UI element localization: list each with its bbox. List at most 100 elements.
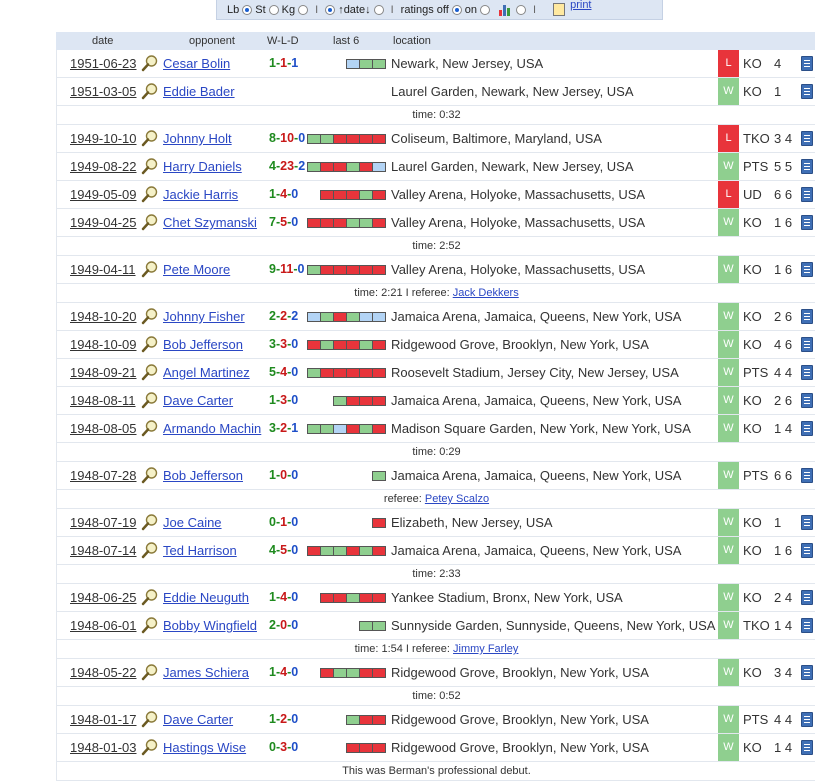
bout-details-icon[interactable] — [801, 712, 813, 727]
opponent-link[interactable]: Angel Martinez — [163, 365, 250, 380]
bout-date-link[interactable]: 1948-09-21 — [70, 365, 137, 380]
magnifier-icon[interactable] — [141, 129, 159, 147]
record-draws: 2 — [298, 159, 306, 173]
bout-date-link[interactable]: 1949-10-10 — [70, 131, 137, 146]
bout-details-icon[interactable] — [801, 56, 813, 71]
magnifier-icon[interactable] — [141, 710, 159, 728]
referee-link[interactable]: Jimmy Farley — [453, 643, 518, 655]
bout-date-link[interactable]: 1951-06-23 — [70, 56, 137, 71]
bout-details-icon[interactable] — [801, 187, 813, 202]
magnifier-icon[interactable] — [141, 157, 159, 175]
bout-details-icon[interactable] — [801, 590, 813, 605]
bout-date-link[interactable]: 1948-10-09 — [70, 337, 137, 352]
opponent-link[interactable]: Hastings Wise — [163, 740, 246, 755]
magnifier-icon[interactable] — [141, 213, 159, 231]
bout-date-link[interactable]: 1949-04-25 — [70, 215, 137, 230]
magnifier-icon[interactable] — [141, 513, 159, 531]
bout-details-icon[interactable] — [801, 543, 813, 558]
opponent-link[interactable]: Bobby Wingfield — [163, 618, 257, 633]
magnifier-icon[interactable] — [141, 307, 159, 325]
last6-loss — [346, 396, 360, 406]
magnifier-icon[interactable] — [141, 82, 159, 100]
opponent-link[interactable]: Eddie Neuguth — [163, 590, 249, 605]
magnifier-icon[interactable] — [141, 616, 159, 634]
col-date[interactable]: date — [92, 35, 113, 47]
opponent-link[interactable]: Dave Carter — [163, 712, 233, 727]
bout-details-icon[interactable] — [801, 740, 813, 755]
unit-lb-radio[interactable] — [242, 4, 253, 15]
magnifier-icon[interactable] — [141, 663, 159, 681]
bout-details-icon[interactable] — [801, 421, 813, 436]
bout-details-icon[interactable] — [801, 309, 813, 324]
opponent-link[interactable]: Bob Jefferson — [163, 468, 243, 483]
bout-details-icon[interactable] — [801, 337, 813, 352]
magnifier-icon[interactable] — [141, 541, 159, 559]
bout-details-icon[interactable] — [801, 515, 813, 530]
bout-date-link[interactable]: 1948-01-03 — [70, 740, 137, 755]
opponent-link[interactable]: Ted Harrison — [163, 543, 237, 558]
bout-date-link[interactable]: 1948-07-28 — [70, 468, 137, 483]
magnifier-icon[interactable] — [141, 335, 159, 353]
opponent-link[interactable]: Armando Machin — [163, 421, 261, 436]
sort-date-radio[interactable] — [325, 4, 336, 15]
bout-details-icon[interactable] — [801, 618, 813, 633]
bout-details-icon[interactable] — [801, 365, 813, 380]
bout-details-icon[interactable] — [801, 665, 813, 680]
chart-radio[interactable] — [516, 4, 527, 15]
ratings-off-radio[interactable] — [451, 4, 462, 15]
opponent-link[interactable]: Jackie Harris — [163, 187, 238, 202]
bout-date-link[interactable]: 1948-06-25 — [70, 590, 137, 605]
magnifier-icon[interactable] — [141, 185, 159, 203]
bout-date-link[interactable]: 1949-05-09 — [70, 187, 137, 202]
printer-icon[interactable] — [553, 3, 566, 16]
opponent-link[interactable]: Chet Szymanski — [163, 215, 257, 230]
last6-bar — [320, 190, 386, 200]
bout-details-icon[interactable] — [801, 468, 813, 483]
referee-link[interactable]: Jack Dekkers — [453, 287, 519, 299]
magnifier-icon[interactable] — [141, 260, 159, 278]
magnifier-icon[interactable] — [141, 588, 159, 606]
referee-link[interactable]: Petey Scalzo — [425, 493, 489, 505]
opponent-link[interactable]: Bob Jefferson — [163, 337, 243, 352]
magnifier-icon[interactable] — [141, 54, 159, 72]
bout-details-icon[interactable] — [801, 262, 813, 277]
opponent-link[interactable]: Johnny Holt — [163, 131, 232, 146]
bout-details-icon[interactable] — [801, 215, 813, 230]
magnifier-icon[interactable] — [141, 419, 159, 437]
opponent-link[interactable]: Joe Caine — [163, 515, 222, 530]
ratings-on-radio[interactable] — [480, 4, 491, 15]
print-link[interactable]: print — [570, 0, 591, 11]
opponent-link[interactable]: Pete Moore — [163, 262, 230, 277]
opponent-link[interactable]: Dave Carter — [163, 393, 233, 408]
bout-date-link[interactable]: 1951-03-05 — [70, 84, 137, 99]
bout-details-icon[interactable] — [801, 159, 813, 174]
bout-date-link[interactable]: 1948-07-19 — [70, 515, 137, 530]
bout-date-link[interactable]: 1949-08-22 — [70, 159, 137, 174]
bout-date-link[interactable]: 1948-01-17 — [70, 712, 137, 727]
unit-kg-radio[interactable] — [298, 4, 309, 15]
opponent-link[interactable]: Johnny Fisher — [163, 309, 245, 324]
bout-date-link[interactable]: 1948-10-20 — [70, 309, 137, 324]
bout-details-icon[interactable] — [801, 131, 813, 146]
bar-chart-icon[interactable] — [499, 4, 513, 16]
bout-date-link[interactable]: 1948-06-01 — [70, 618, 137, 633]
magnifier-icon[interactable] — [141, 466, 159, 484]
opponent-record: 2-2-2 — [269, 309, 298, 323]
sort-alt-radio[interactable] — [373, 4, 384, 15]
bout-date-link[interactable]: 1948-08-05 — [70, 421, 137, 436]
opponent-link[interactable]: James Schiera — [163, 665, 249, 680]
bout-date-link[interactable]: 1948-08-11 — [70, 393, 136, 408]
magnifier-icon[interactable] — [141, 363, 159, 381]
opponent-link[interactable]: Harry Daniels — [163, 159, 242, 174]
bout-date-link[interactable]: 1948-07-14 — [70, 543, 137, 558]
magnifier-icon[interactable] — [141, 738, 159, 756]
opponent-link[interactable]: Eddie Bader — [163, 84, 235, 99]
unit-kg-label-radio-st[interactable] — [268, 4, 279, 15]
col-opponent[interactable]: opponent — [189, 35, 235, 47]
bout-date-link[interactable]: 1949-04-11 — [70, 262, 136, 277]
opponent-link[interactable]: Cesar Bolin — [163, 56, 230, 71]
magnifier-icon[interactable] — [141, 391, 159, 409]
bout-details-icon[interactable] — [801, 84, 813, 99]
bout-date-link[interactable]: 1948-05-22 — [70, 665, 137, 680]
bout-details-icon[interactable] — [801, 393, 813, 408]
